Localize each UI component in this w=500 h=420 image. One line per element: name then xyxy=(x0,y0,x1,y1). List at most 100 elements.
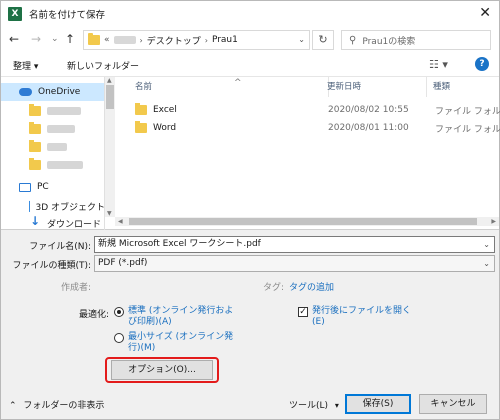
close-button[interactable]: ✕ xyxy=(479,5,491,21)
address-bar[interactable]: « › デスクトップ › Prau1 ⌄ xyxy=(83,30,310,50)
forward-arrow-icon[interactable]: → xyxy=(31,32,41,46)
save-as-dialog: X 名前を付けて保存 ✕ ← → ⌄ ↑ « › デスクトップ › Prau1 … xyxy=(0,0,500,420)
file-browser: OneDrive PC 3D オブジェクト ダウンロード ▲ ▼ xyxy=(1,77,500,230)
chevron-right-icon: › xyxy=(139,35,143,45)
radio-standard-label[interactable]: 標準 (オンライン発行およ び印刷)(A) xyxy=(128,306,233,328)
refresh-button[interactable]: ↻ xyxy=(312,30,334,50)
nav-item-folder[interactable] xyxy=(1,156,104,174)
add-tag-link[interactable]: タグの追加 xyxy=(289,280,334,293)
back-arrow-icon[interactable]: ← xyxy=(9,32,19,46)
nav-item-label: PC xyxy=(37,182,49,192)
nav-item-downloads[interactable]: ダウンロード xyxy=(1,214,104,230)
filename-label: ファイル名(N): xyxy=(29,242,91,252)
search-placeholder: Prau1の検索 xyxy=(362,36,416,47)
breadcrumb-desktop[interactable]: デスクトップ xyxy=(147,34,201,47)
search-input[interactable]: ⚲ Prau1の検索 xyxy=(341,30,491,50)
hide-folders-toggle[interactable]: ⌃ フォルダーの非表示 xyxy=(9,398,104,411)
nav-item-pc[interactable]: PC xyxy=(1,178,104,196)
blurred-label xyxy=(47,125,75,133)
dialog-footer: ⌃ フォルダーの非表示 ツール(L) ▾ 保存(S) キャンセル xyxy=(1,390,499,419)
save-button[interactable]: 保存(S) xyxy=(345,394,411,414)
chevron-down-icon[interactable]: ⌄ xyxy=(298,35,305,44)
scroll-right-icon[interactable]: ▶ xyxy=(491,218,496,225)
nav-item-onedrive[interactable]: OneDrive xyxy=(1,83,104,101)
new-folder-button[interactable]: 新しいフォルダー xyxy=(67,59,139,72)
folder-icon xyxy=(135,103,147,115)
column-header-name[interactable]: 名前 ^ xyxy=(129,77,329,97)
options-button[interactable]: オプション(O)... xyxy=(111,360,213,380)
window-title: 名前を付けて保存 xyxy=(29,10,106,21)
breadcrumb-hidden[interactable] xyxy=(113,36,136,44)
folder-icon xyxy=(135,121,147,133)
cancel-button[interactable]: キャンセル xyxy=(419,394,487,414)
horizontal-scrollbar[interactable]: ◀ ▶ xyxy=(115,217,499,226)
pc-icon xyxy=(19,182,31,192)
download-icon xyxy=(29,214,41,228)
nav-item-folder[interactable] xyxy=(1,138,104,156)
scroll-up-icon[interactable]: ▲ xyxy=(107,77,112,84)
filetype-select[interactable]: PDF (*.pdf) ⌄ xyxy=(94,255,495,272)
search-icon: ⚲ xyxy=(349,34,357,46)
file-row[interactable]: Word 2020/08/01 11:00 ファイル フォルダー xyxy=(115,119,500,137)
chevron-down-icon: ⌄ xyxy=(483,259,490,268)
chevron-right-icon: › xyxy=(204,35,208,45)
breadcrumb-overflow[interactable]: « xyxy=(104,35,110,45)
breadcrumb-prau1[interactable]: Prau1 xyxy=(212,35,238,45)
tools-label: ツール(L) xyxy=(289,401,329,411)
nav-item-label: ダウンロード xyxy=(47,219,102,230)
nav-item-label: 3D オブジェクト xyxy=(35,202,105,213)
file-date: 2020/08/01 11:00 xyxy=(328,123,409,133)
navigation-pane: OneDrive PC 3D オブジェクト ダウンロード xyxy=(1,77,105,230)
blurred-label xyxy=(47,161,83,169)
tools-menu[interactable]: ツール(L) ▾ xyxy=(289,398,339,411)
radio-minimum-line1: 最小サイズ (オンライン発 xyxy=(128,332,234,342)
radio-minimum-line2: 行)(M) xyxy=(128,343,156,353)
radio-standard-line1: 標準 (オンライン発行およ xyxy=(128,306,234,316)
filename-input[interactable]: 新規 Microsoft Excel ワークシート.pdf ⌄ xyxy=(94,236,495,253)
navigation-bar: ← → ⌄ ↑ « › デスクトップ › Prau1 ⌄ ↻ ⚲ Prau1の検… xyxy=(1,27,499,53)
blurred-label xyxy=(47,107,81,115)
file-list: 名前 ^ 更新日時 種類 Excel 2020/08/02 10:55 ファイル… xyxy=(115,77,500,230)
help-icon[interactable]: ? xyxy=(475,57,489,71)
open-after-publish-checkbox[interactable]: ✓ xyxy=(298,307,308,317)
open-after-line1: 発行後にファイルを開く xyxy=(312,306,412,316)
file-row[interactable]: Excel 2020/08/02 10:55 ファイル フォルダー xyxy=(115,101,500,119)
column-header-type[interactable]: 種類 xyxy=(427,77,499,97)
radio-minimum-label[interactable]: 最小サイズ (オンライン発 行)(M) xyxy=(128,332,233,354)
tags-label: タグ: xyxy=(263,283,285,293)
save-options-form: ファイル名(N): 新規 Microsoft Excel ワークシート.pdf … xyxy=(1,230,499,390)
organize-button[interactable]: 整理 ▾ xyxy=(13,59,38,72)
folder-icon xyxy=(88,33,100,45)
scroll-down-icon[interactable]: ▼ xyxy=(107,210,112,217)
nav-scrollbar[interactable]: ▲ ▼ xyxy=(105,77,115,217)
filetype-label: ファイルの種類(T): xyxy=(12,261,91,271)
file-type: ファイル フォルダー xyxy=(435,106,500,117)
nav-item-folder[interactable] xyxy=(1,120,104,138)
nav-item-folder[interactable] xyxy=(1,102,104,120)
command-toolbar: 整理 ▾ 新しいフォルダー ☷ ▾ ? xyxy=(1,53,499,77)
folder-icon xyxy=(29,104,41,116)
scrollbar-thumb[interactable] xyxy=(106,85,114,109)
column-header-date[interactable]: 更新日時 xyxy=(321,77,427,97)
radio-standard[interactable] xyxy=(114,307,124,317)
scrollbar-thumb[interactable] xyxy=(129,218,477,225)
blurred-label xyxy=(47,143,67,151)
view-options-icon[interactable]: ☷ ▾ xyxy=(429,58,448,71)
up-arrow-icon[interactable]: ↑ xyxy=(65,32,75,46)
title-bar: X 名前を付けて保存 ✕ xyxy=(1,1,499,27)
chevron-down-icon[interactable]: ⌄ xyxy=(483,237,490,252)
recent-locations-icon[interactable]: ⌄ xyxy=(51,34,59,44)
radio-standard-line2: び印刷)(A) xyxy=(128,317,172,327)
filename-value: 新規 Microsoft Excel ワークシート.pdf xyxy=(98,239,261,249)
open-after-publish-label[interactable]: 発行後にファイルを開く (E) xyxy=(312,306,411,328)
scroll-left-icon[interactable]: ◀ xyxy=(118,218,123,225)
open-after-line2: (E) xyxy=(312,317,325,327)
nav-item-3d-objects[interactable]: 3D オブジェクト xyxy=(1,197,105,215)
author-label: 作成者: xyxy=(60,283,91,293)
file-date: 2020/08/02 10:55 xyxy=(328,105,409,115)
onedrive-icon xyxy=(19,88,32,96)
optimize-label: 最適化: xyxy=(78,310,109,320)
file-type: ファイル フォルダー xyxy=(435,124,500,135)
chevron-up-icon: ⌃ xyxy=(9,401,17,411)
radio-minimum-size[interactable] xyxy=(114,333,124,343)
